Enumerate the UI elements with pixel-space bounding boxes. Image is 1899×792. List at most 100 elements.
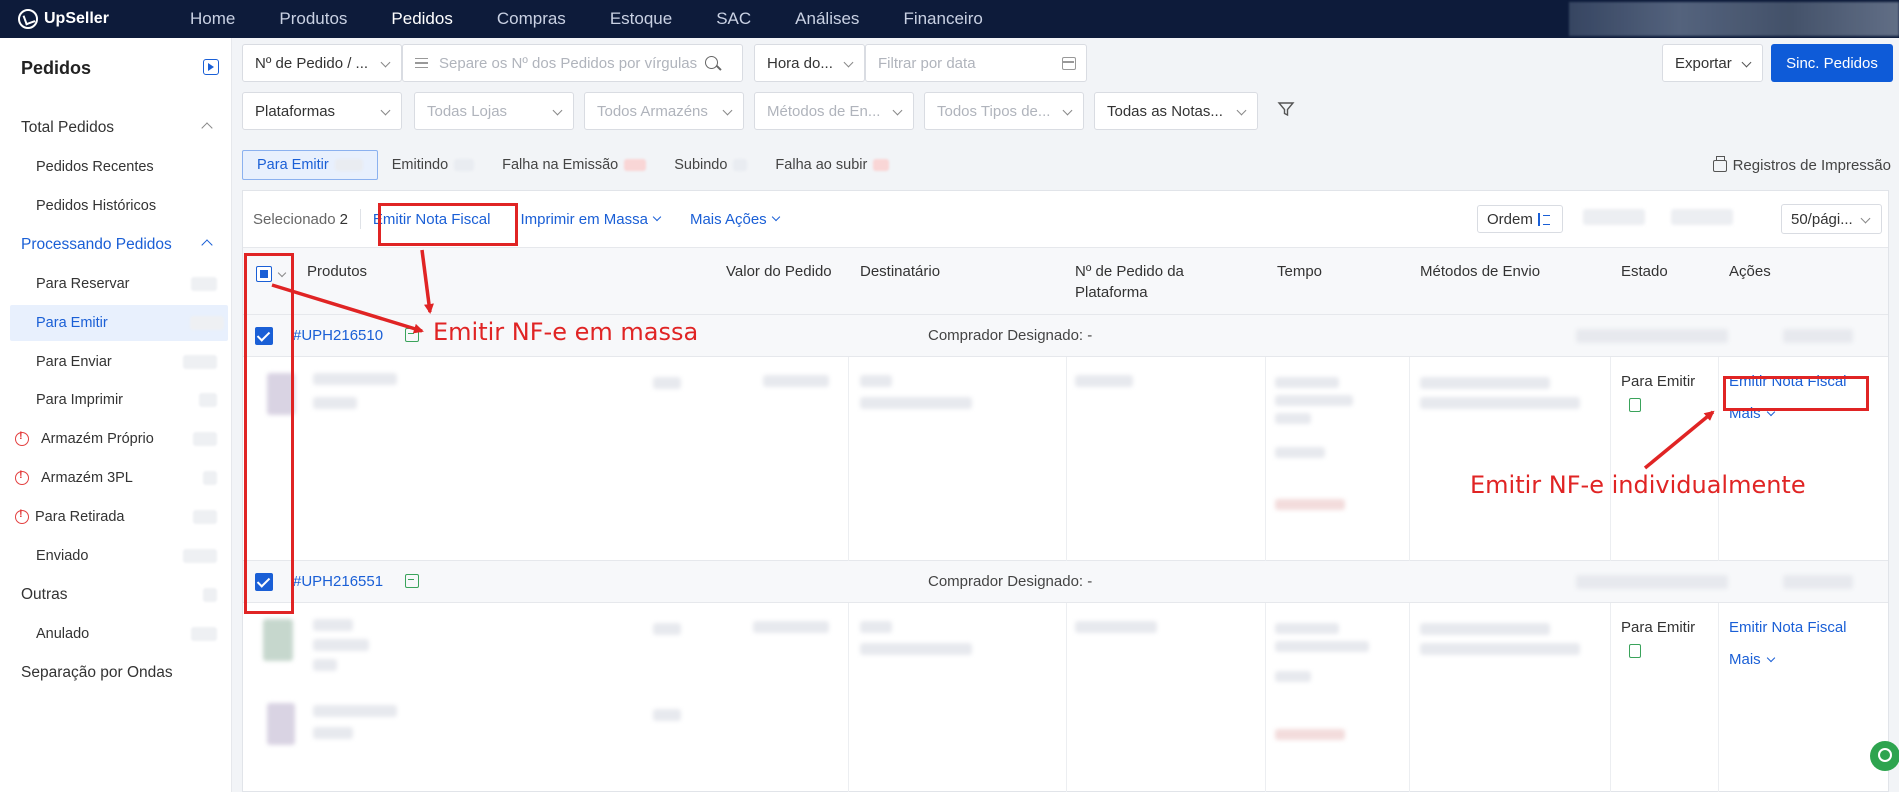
date-filter-input[interactable]: Filtrar por data <box>865 44 1087 82</box>
nav-financeiro[interactable]: Financeiro <box>881 0 1004 38</box>
sidebar-item-armazem-proprio[interactable]: Armazém Próprio <box>0 421 231 457</box>
registros-impressao-link[interactable]: Registros de Impressão <box>1712 155 1891 174</box>
nav-analises[interactable]: Análises <box>773 0 881 38</box>
sidebar-item-pedidos-recentes[interactable]: Pedidos Recentes <box>0 149 231 185</box>
notas-select[interactable]: Todas as Notas... <box>1094 92 1258 130</box>
sidebar-item-armazem-3pl[interactable]: Armazém 3PL <box>0 460 231 496</box>
product-thumbnail[interactable] <box>263 619 293 661</box>
lojas-select[interactable]: Todas Lojas <box>414 92 574 130</box>
col-num-plataforma: Nº de Pedido da Plataforma <box>1075 263 1184 301</box>
date-placeholder: Filtrar por data <box>878 54 976 72</box>
invoice-icon[interactable] <box>405 574 419 588</box>
count-badge <box>191 277 217 291</box>
imprimir-em-massa-button[interactable]: Imprimir em Massa <box>520 211 662 228</box>
time-blurred <box>1275 641 1369 652</box>
sidebar-item-label: Total Pedidos <box>21 119 115 136</box>
tab-para-emitir[interactable]: Para Emitir <box>242 150 378 180</box>
column-divider <box>1409 357 1410 561</box>
annotation-text-individual: Emitir NF-e individualmente <box>1470 471 1806 499</box>
invoice-icon[interactable] <box>405 328 419 342</box>
emitir-nota-fiscal-row-button[interactable]: Emitir Nota Fiscal <box>1729 619 1847 636</box>
sinc-pedidos-button[interactable]: Sinc. Pedidos <box>1771 44 1893 82</box>
order-id-link[interactable]: #UPH216551 <box>293 573 383 590</box>
plataformas-select[interactable]: Plataformas <box>242 92 402 130</box>
sidebar-item-separacao[interactable]: Separação por Ondas <box>0 655 231 691</box>
help-search-fab[interactable] <box>1870 741 1899 771</box>
user-area-blurred[interactable] <box>1569 2 1899 36</box>
upseller-logo[interactable]: UpSeller <box>18 9 148 29</box>
sidebar-item-anulado[interactable]: Anulado <box>0 616 231 652</box>
tab-emitindo[interactable]: Emitindo <box>378 150 488 180</box>
nav-sac[interactable]: SAC <box>694 0 773 38</box>
warning-icon <box>15 469 29 485</box>
col-estado: Estado <box>1621 263 1668 280</box>
sidebar-item-label: Armazém Próprio <box>41 431 154 447</box>
ordem-sort-button[interactable]: Ordem <box>1477 205 1563 233</box>
tab-falha-subir[interactable]: Falha ao subir <box>761 150 903 180</box>
order-search-input[interactable]: Separe os Nº dos Pedidos por vírgulas <box>402 44 743 82</box>
nav-estoque[interactable]: Estoque <box>588 0 694 38</box>
sidebar-item-processando[interactable]: Processando Pedidos <box>0 227 231 263</box>
recipient-blurred <box>860 375 892 387</box>
sidebar-item-label: Para Enviar <box>36 354 112 370</box>
count-badge <box>193 432 217 446</box>
pagination-info <box>1583 209 1645 225</box>
order-meta-blurred <box>1783 575 1853 589</box>
tab-label: Para Emitir <box>257 157 329 173</box>
nav-pedidos[interactable]: Pedidos <box>369 0 474 38</box>
sidebar-title: Pedidos <box>21 58 92 78</box>
annotation-box-row-emit <box>1723 376 1869 411</box>
search-icon[interactable] <box>705 56 718 69</box>
per-page-select[interactable]: 50/pági... <box>1781 204 1882 234</box>
product-qty-blurred <box>653 709 681 721</box>
tab-subindo[interactable]: Subindo <box>660 150 761 180</box>
sidebar-item-label: Anulado <box>36 626 90 642</box>
tipos-select[interactable]: Todos Tipos de... <box>924 92 1084 130</box>
buyer-value: - <box>1087 573 1093 590</box>
top-navbar: UpSeller Home Produtos Pedidos Compras E… <box>0 0 1899 38</box>
sidebar-item-enviado[interactable]: Enviado <box>0 538 231 574</box>
sidebar-item-total-pedidos[interactable]: Total Pedidos <box>0 110 231 146</box>
selected-label: Selecionado <box>253 210 336 228</box>
sidebar-item-label: Pedidos Históricos <box>36 198 157 214</box>
column-divider <box>848 603 849 792</box>
chevron-down-icon <box>892 105 903 116</box>
clipboard-icon[interactable] <box>1629 644 1641 658</box>
sidebar-item-outras[interactable]: Outras <box>0 577 231 613</box>
count-badge <box>193 510 217 524</box>
mais-acoes-button[interactable]: Mais Ações <box>690 211 780 228</box>
sidebar-item-para-reservar[interactable]: Para Reservar <box>0 266 231 302</box>
sidebar-item-para-emitir[interactable]: Para Emitir <box>10 305 228 341</box>
chevron-down-icon <box>843 57 854 68</box>
product-qty-blurred <box>653 623 681 635</box>
filter-icon[interactable] <box>1277 100 1295 118</box>
clipboard-icon[interactable] <box>1629 398 1641 412</box>
time-type-select[interactable]: Hora do... <box>754 44 865 82</box>
tab-label: Falha na Emissão <box>502 157 619 173</box>
nav-produtos[interactable]: Produtos <box>257 0 369 38</box>
product-thumbnail[interactable] <box>267 703 295 745</box>
sidebar-item-para-retirada[interactable]: Para Retirada <box>0 499 231 535</box>
order-number-type-select[interactable]: Nº de Pedido / ... <box>242 44 402 82</box>
sidebar-item-label: Para Reservar <box>36 276 130 292</box>
sidebar-item-para-imprimir[interactable]: Para Imprimir <box>0 382 231 418</box>
time-blurred <box>1275 377 1339 388</box>
annotation-box-bulk-emit <box>378 203 518 246</box>
order-value-blurred <box>753 621 829 633</box>
collapse-sidebar-icon[interactable] <box>203 59 219 75</box>
button-label: Exportar <box>1675 54 1732 72</box>
chevron-down-icon <box>1062 105 1073 116</box>
sidebar-item-para-enviar[interactable]: Para Enviar <box>0 344 231 380</box>
armazens-select[interactable]: Todos Armazéns <box>584 92 744 130</box>
nav-compras[interactable]: Compras <box>475 0 588 38</box>
tab-falha-emissao[interactable]: Falha na Emissão <box>488 150 660 180</box>
mais-dropdown[interactable]: Mais <box>1729 651 1775 668</box>
select-value: Todas as Notas... <box>1107 102 1223 120</box>
metodos-envio-select[interactable]: Métodos de En... <box>754 92 914 130</box>
exportar-button[interactable]: Exportar <box>1662 44 1763 82</box>
pagination-controls[interactable] <box>1671 209 1733 225</box>
sidebar-item-pedidos-historicos[interactable]: Pedidos Históricos <box>0 188 231 224</box>
nav-home[interactable]: Home <box>168 0 257 38</box>
shipping-method-blurred <box>1420 643 1580 655</box>
order-id-link[interactable]: #UPH216510 <box>293 327 383 344</box>
